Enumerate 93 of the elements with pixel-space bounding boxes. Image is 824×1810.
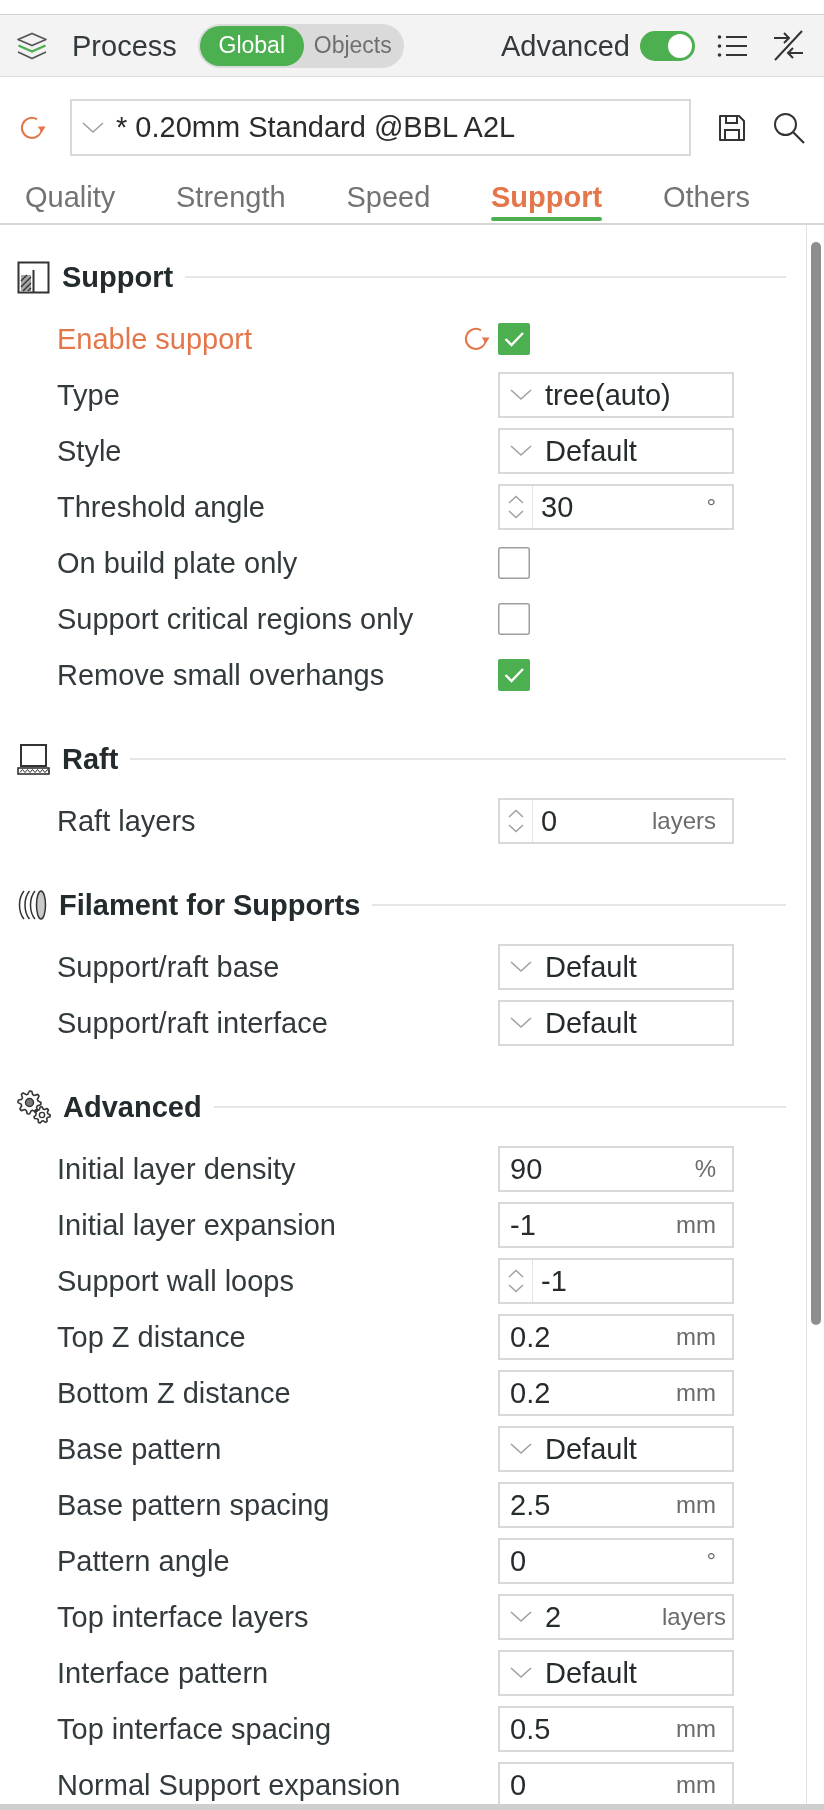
tab[interactable]: Others [654, 170, 758, 223]
chevron-down-icon [510, 1667, 532, 1679]
section-title: Support [62, 260, 174, 294]
unit-label: mm [676, 1211, 716, 1239]
setting-label: Support/raft base [57, 950, 280, 984]
setting-label: Support/raft interface [57, 1006, 328, 1040]
setting-label: Pattern angle [57, 1544, 230, 1578]
setting-label: Style [57, 434, 122, 468]
toggle-label: Advanced [501, 28, 630, 63]
chevron-down-icon [82, 121, 104, 134]
search-icon[interactable] [773, 111, 805, 144]
save-icon[interactable] [718, 113, 746, 142]
circular-arrow-icon[interactable] [462, 325, 490, 353]
unit-label: layers [651, 807, 716, 835]
setting-label: Top interface spacing [57, 1712, 332, 1746]
dropdown[interactable]: Default [498, 944, 734, 990]
gears-icon [17, 1090, 51, 1124]
chevron-down-icon[interactable] [508, 824, 524, 833]
chevron-down-icon[interactable] [508, 1284, 524, 1293]
chevron-down-icon [510, 1443, 532, 1455]
input-field[interactable]: -1 mm [498, 1202, 734, 1248]
unit-label: mm [676, 1715, 716, 1743]
setting-label: Support critical regions only [57, 602, 414, 636]
checkbox[interactable] [498, 547, 530, 579]
setting-label: Base pattern spacing [57, 1488, 330, 1522]
spin-box[interactable]: 0 layers [498, 798, 734, 844]
spin-box[interactable]: -1 [498, 1258, 734, 1304]
spin-box[interactable]: 30 ° [498, 484, 734, 530]
setting-label: Interface pattern [57, 1656, 269, 1690]
list-icon[interactable] [717, 33, 748, 58]
unit-label: % [694, 1155, 716, 1183]
scrollbar-thumb[interactable] [810, 242, 821, 1325]
input-field[interactable]: 0.2 mm [498, 1370, 734, 1416]
input-field[interactable]: 0 ° [498, 1538, 734, 1584]
section-title: Advanced [63, 1090, 202, 1124]
unit-label: ° [706, 1547, 716, 1575]
dropdown[interactable]: 2 layers [498, 1594, 734, 1640]
chevron-up-icon[interactable] [508, 809, 524, 818]
toggle-switch[interactable] [640, 30, 695, 61]
chevron-down-icon[interactable] [508, 510, 524, 519]
chevron-down-icon [510, 389, 532, 401]
raft-icon [17, 743, 50, 775]
chevron-down-icon [510, 445, 532, 457]
setting-label: On build plate only [57, 546, 298, 580]
setting-label: Base pattern [57, 1432, 222, 1466]
setting-label: Top interface layers [57, 1600, 309, 1634]
unit-label: mm [676, 1323, 716, 1351]
chevron-down-icon [510, 1611, 532, 1623]
setting-label: Enable support [57, 322, 253, 356]
input-field[interactable]: 0 mm [498, 1762, 734, 1804]
setting-label: Initial layer expansion [57, 1208, 336, 1242]
setting-label: Threshold angle [57, 490, 265, 524]
dropdown[interactable]: tree(auto) [498, 372, 734, 418]
checkbox[interactable] [498, 659, 530, 691]
setting-label: Raft layers [57, 804, 196, 838]
input-field[interactable]: 2.5 mm [498, 1482, 734, 1528]
checkbox[interactable] [498, 323, 530, 355]
dropdown[interactable]: Default [498, 1426, 734, 1472]
tab[interactable]: Strength [168, 170, 294, 223]
input-field[interactable]: 90 % [498, 1146, 734, 1192]
setting-label: Top Z distance [57, 1320, 246, 1354]
unit-label: ° [706, 493, 716, 521]
unit-label: mm [676, 1491, 716, 1519]
unit-label: mm [676, 1771, 716, 1799]
dropdown[interactable]: Default [498, 1000, 734, 1046]
chevron-up-icon[interactable] [508, 495, 524, 504]
segment-button[interactable]: Objects [303, 25, 402, 66]
preset-dropdown[interactable]: * 0.20mm Standard @BBL A2L [70, 99, 691, 156]
setting-label: Initial layer density [57, 1152, 296, 1186]
panel-title: Process [72, 28, 177, 63]
dropdown[interactable]: Default [498, 1650, 734, 1696]
tab[interactable]: Speed [338, 170, 439, 223]
support-structure-icon [17, 260, 50, 294]
setting-label: Normal Support expansion [57, 1768, 401, 1802]
layers-icon [16, 31, 48, 60]
section-title: Raft [62, 742, 119, 776]
setting-label: Type [57, 378, 120, 412]
checkbox[interactable] [498, 603, 530, 635]
unit-label: mm [676, 1379, 716, 1407]
chevron-down-icon [510, 1017, 532, 1029]
input-field[interactable]: 0.5 mm [498, 1706, 734, 1752]
unit-label: layers [661, 1603, 726, 1631]
setting-label: Bottom Z distance [57, 1376, 291, 1410]
chevron-up-icon[interactable] [508, 1269, 524, 1278]
section-title: Filament for Supports [59, 888, 361, 922]
dropdown[interactable]: Default [498, 428, 734, 474]
tab[interactable]: Quality [17, 170, 124, 223]
diagonal-arrows-icon[interactable] [772, 29, 805, 62]
setting-label: Support wall loops [57, 1264, 294, 1298]
chevron-down-icon [510, 961, 532, 973]
input-field[interactable]: 0.2 mm [498, 1314, 734, 1360]
setting-label: Remove small overhangs [57, 658, 385, 692]
filament-coil-icon [17, 890, 47, 920]
